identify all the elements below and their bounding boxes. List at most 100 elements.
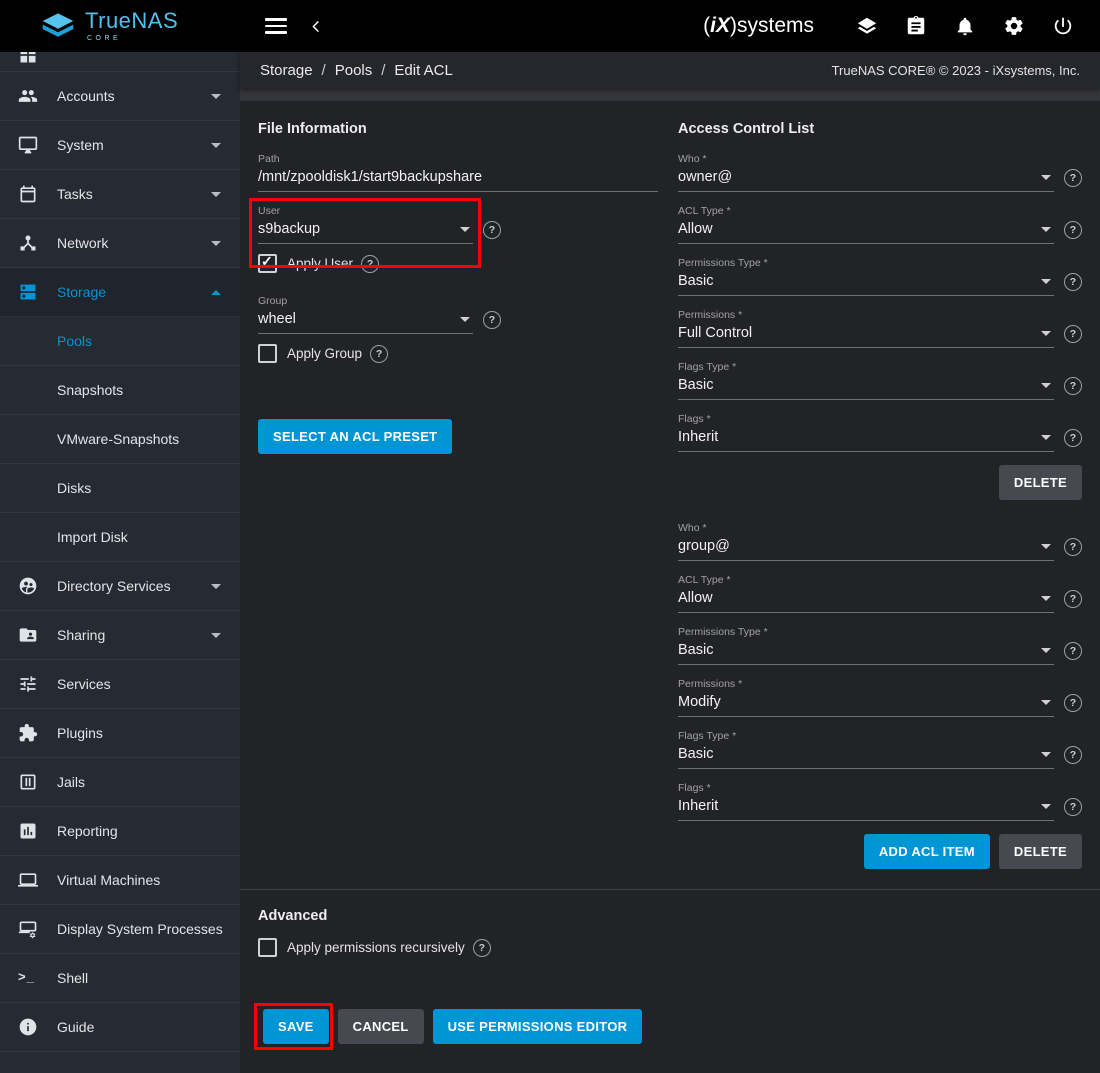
sidebar-item-network[interactable]: Network: [0, 219, 240, 268]
user-select[interactable]: User s9backup: [258, 205, 473, 244]
permissions-type-select[interactable]: Permissions Type * Basic: [678, 257, 1054, 296]
help-icon[interactable]: [1064, 325, 1082, 343]
acl-type-select[interactable]: ACL Type * Allow: [678, 205, 1054, 244]
save-button[interactable]: SAVE: [263, 1009, 329, 1044]
help-icon[interactable]: [370, 345, 388, 363]
help-icon[interactable]: [1064, 273, 1082, 291]
sidebar-item-guide[interactable]: Guide: [0, 1003, 240, 1052]
sidebar-item-reporting[interactable]: Reporting: [0, 807, 240, 856]
reporting-icon: [18, 821, 38, 841]
help-icon[interactable]: [1064, 746, 1082, 764]
flags-select[interactable]: Flags * Inherit: [678, 782, 1054, 821]
chevron-down-icon: [211, 584, 221, 589]
sidebar-item-virtual-machines[interactable]: Virtual Machines: [0, 856, 240, 905]
breadcrumb-pools[interactable]: Pools: [335, 62, 373, 79]
flags-type-select[interactable]: Flags Type * Basic: [678, 730, 1054, 769]
advanced-section: Advanced Apply permissions recursively: [258, 908, 1082, 957]
sidebar-item-jails[interactable]: Jails: [0, 758, 240, 807]
help-icon[interactable]: [1064, 221, 1082, 239]
chevron-down-icon[interactable]: [1041, 700, 1051, 705]
truenas-logo[interactable]: TrueNAS CORE: [0, 10, 240, 42]
chevron-down-icon[interactable]: [1041, 227, 1051, 232]
sidebar-item-import-disk[interactable]: Import Disk: [0, 513, 240, 562]
help-icon[interactable]: [1064, 798, 1082, 816]
breadcrumb-storage[interactable]: Storage: [260, 62, 313, 79]
help-icon[interactable]: [1064, 169, 1082, 187]
chevron-down-icon[interactable]: [1041, 804, 1051, 809]
apply-recursively-checkbox[interactable]: [258, 938, 277, 957]
sidebar-item-system[interactable]: System: [0, 121, 240, 170]
accounts-icon: [18, 86, 38, 106]
permissions-type-select[interactable]: Permissions Type * Basic: [678, 626, 1054, 665]
help-icon[interactable]: [483, 221, 501, 239]
chevron-down-icon[interactable]: [1041, 383, 1051, 388]
permissions-select[interactable]: Permissions * Modify: [678, 678, 1054, 717]
chevron-down-icon[interactable]: [460, 227, 470, 232]
apply-group-row: Apply Group: [258, 344, 658, 363]
power-icon[interactable]: [1051, 14, 1075, 38]
chevron-down-icon[interactable]: [1041, 596, 1051, 601]
product-name: TrueNAS: [85, 10, 178, 32]
sidebar-item-plugins[interactable]: Plugins: [0, 709, 240, 758]
sidebar-item-services[interactable]: Services: [0, 660, 240, 709]
help-icon[interactable]: [1064, 377, 1082, 395]
add-acl-item-button[interactable]: ADD ACL ITEM: [864, 834, 990, 869]
permissions-select[interactable]: Permissions * Full Control: [678, 309, 1054, 348]
use-permissions-editor-button[interactable]: USE PERMISSIONS EDITOR: [433, 1009, 643, 1044]
chevron-down-icon: [211, 241, 221, 246]
chevron-down-icon[interactable]: [1041, 648, 1051, 653]
delete-acl-entry-button[interactable]: DELETE: [999, 465, 1082, 500]
sidebar-item-storage[interactable]: Storage: [0, 268, 240, 317]
help-icon[interactable]: [1064, 429, 1082, 447]
help-icon[interactable]: [1064, 642, 1082, 660]
apply-group-checkbox[interactable]: [258, 344, 277, 363]
help-icon[interactable]: [1064, 590, 1082, 608]
help-icon[interactable]: [361, 255, 379, 273]
chevron-up-icon: [211, 290, 221, 295]
sidebar-item-tasks[interactable]: Tasks: [0, 170, 240, 219]
chevron-down-icon[interactable]: [1041, 279, 1051, 284]
chevron-down-icon[interactable]: [1041, 544, 1051, 549]
chevron-down-icon[interactable]: [460, 317, 470, 322]
path-input[interactable]: Path /mnt/zpooldisk1/start9backupshare: [258, 153, 658, 192]
help-icon[interactable]: [1064, 694, 1082, 712]
flags-type-select[interactable]: Flags Type * Basic: [678, 361, 1054, 400]
alerts-bell-icon[interactable]: [953, 14, 977, 38]
settings-gear-icon[interactable]: [1002, 14, 1026, 38]
sidebar-item-sharing[interactable]: Sharing: [0, 611, 240, 660]
task-manager-icon[interactable]: [904, 14, 928, 38]
chevron-down-icon[interactable]: [1041, 331, 1051, 336]
sidebar-item-vmware-snapshots[interactable]: VMware-Snapshots: [0, 415, 240, 464]
acl-type-select[interactable]: ACL Type * Allow: [678, 574, 1054, 613]
apply-user-checkbox[interactable]: [258, 254, 277, 273]
breadcrumb-edit-acl: Edit ACL: [394, 62, 452, 79]
chevron-down-icon[interactable]: [1041, 435, 1051, 440]
sidebar-item-display-system-processes[interactable]: Display System Processes: [0, 905, 240, 954]
help-icon[interactable]: [473, 939, 491, 957]
flags-select[interactable]: Flags * Inherit: [678, 413, 1054, 452]
sidebar-item-partial[interactable]: [0, 52, 240, 72]
dashboard-icon: [18, 52, 38, 65]
group-select[interactable]: Group wheel: [258, 295, 473, 334]
chevron-down-icon[interactable]: [1041, 752, 1051, 757]
cancel-button[interactable]: CANCEL: [338, 1009, 424, 1044]
sidebar-item-directory-services[interactable]: Directory Services: [0, 562, 240, 611]
help-icon[interactable]: [1064, 538, 1082, 556]
sidebar-item-pools[interactable]: Pools: [0, 317, 240, 366]
sidebar-item-disks[interactable]: Disks: [0, 464, 240, 513]
select-acl-preset-button[interactable]: SELECT AN ACL PRESET: [258, 419, 452, 454]
collapse-chevron-icon[interactable]: [309, 19, 324, 34]
hamburger-menu-icon[interactable]: [265, 18, 287, 34]
truecommand-icon[interactable]: [855, 14, 879, 38]
delete-acl-entry-button[interactable]: DELETE: [999, 834, 1082, 869]
virtual-machines-icon: [18, 870, 38, 890]
help-icon[interactable]: [483, 311, 501, 329]
sidebar-item-accounts[interactable]: Accounts: [0, 72, 240, 121]
section-divider: [240, 889, 1100, 890]
sidebar-item-shell[interactable]: Shell: [0, 954, 240, 1003]
field-label: User: [258, 205, 473, 217]
who-select[interactable]: Who * group@: [678, 522, 1054, 561]
chevron-down-icon[interactable]: [1041, 175, 1051, 180]
who-select[interactable]: Who * owner@: [678, 153, 1054, 192]
sidebar-item-snapshots[interactable]: Snapshots: [0, 366, 240, 415]
